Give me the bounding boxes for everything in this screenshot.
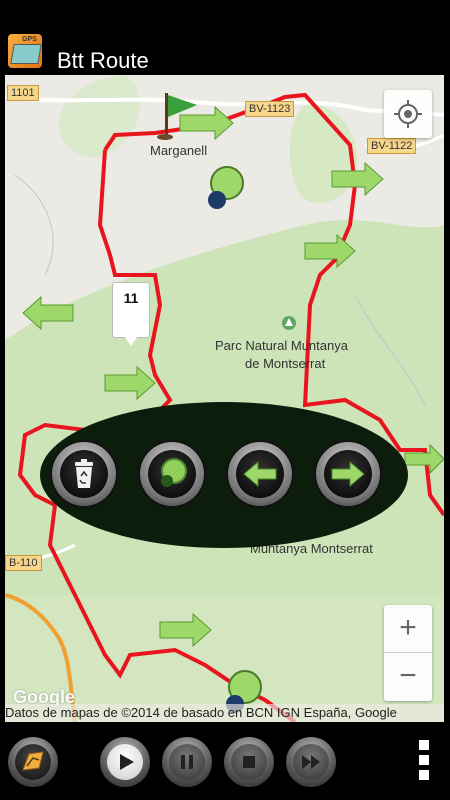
stop-button[interactable]	[224, 737, 274, 787]
app-title: Btt Route	[57, 48, 149, 73]
next-waypoint-button[interactable]	[316, 442, 380, 506]
action-bar: GPS Btt Route	[0, 0, 450, 75]
fast-forward-button[interactable]	[286, 737, 336, 787]
right-arrow-icon	[331, 460, 365, 488]
waypoint-callout[interactable]: 11	[112, 282, 150, 346]
route-map-icon	[22, 751, 44, 771]
zoom-out-button[interactable]: −	[384, 653, 432, 700]
crosshair-icon	[394, 100, 422, 128]
place-label-marganell: Marganell	[150, 143, 208, 158]
zoom-controls: + −	[384, 605, 432, 701]
delete-waypoint-button[interactable]	[52, 442, 116, 506]
app-icon[interactable]: GPS	[8, 34, 42, 68]
previous-waypoint-button[interactable]	[228, 442, 292, 506]
waypoint-action-toolbar	[40, 402, 408, 548]
my-location-button[interactable]	[384, 90, 432, 138]
stop-icon	[243, 756, 255, 768]
fast-forward-icon	[302, 755, 320, 769]
left-arrow-icon	[243, 460, 277, 488]
park-label-line1: Parc Natural Muntanya	[215, 338, 348, 353]
pause-button[interactable]	[162, 737, 212, 787]
green-pin-icon	[161, 458, 187, 487]
add-waypoint-button[interactable]	[140, 442, 204, 506]
road-shield-bv1123: BV-1123	[245, 101, 295, 117]
route-list-button[interactable]	[8, 737, 58, 787]
bottom-control-bar	[0, 728, 450, 800]
recycle-bin-icon	[75, 459, 93, 488]
pause-icon	[181, 755, 193, 769]
road-shield-1101: 1101	[7, 85, 39, 101]
map-terrain	[5, 75, 444, 722]
zoom-in-button[interactable]: +	[384, 605, 432, 653]
road-shield-bv1122: BV-1122	[367, 138, 417, 154]
road-shield-b110: B-110	[5, 555, 42, 571]
app-icon-text: GPS	[22, 36, 37, 43]
play-button[interactable]	[100, 737, 150, 787]
park-label-line2: de Montserrat	[245, 356, 326, 371]
map-view[interactable]: Marganell Parc Natural Muntanya de Monts…	[5, 75, 444, 722]
map-attribution[interactable]: Datos de mapas de ©2014 de basado en BCN…	[5, 704, 444, 722]
play-icon	[120, 754, 134, 770]
overflow-menu-icon[interactable]	[419, 740, 431, 788]
map-icon	[10, 44, 42, 64]
